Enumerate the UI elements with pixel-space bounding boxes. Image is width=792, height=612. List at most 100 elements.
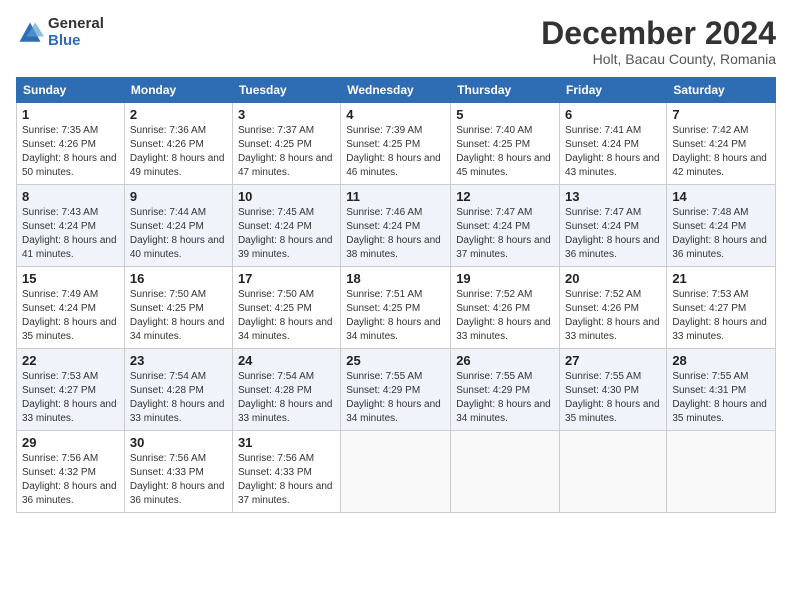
col-tuesday: Tuesday [232,78,340,103]
logo-text: General Blue [48,16,104,49]
day-info: Sunrise: 7:55 AMSunset: 4:29 PMDaylight:… [346,370,445,426]
day-info: Sunrise: 7:40 AMSunset: 4:25 PMDaylight:… [456,124,554,180]
day-info: Sunrise: 7:54 AMSunset: 4:28 PMDaylight:… [130,370,227,426]
table-row: 4 Sunrise: 7:39 AMSunset: 4:25 PMDayligh… [341,103,451,185]
day-number: 25 [346,353,445,368]
table-row: 31 Sunrise: 7:56 AMSunset: 4:33 PMDaylig… [232,431,340,513]
table-row [451,431,560,513]
table-row: 14 Sunrise: 7:48 AMSunset: 4:24 PMDaylig… [667,185,776,267]
table-row: 2 Sunrise: 7:36 AMSunset: 4:26 PMDayligh… [124,103,232,185]
day-number: 13 [565,189,661,204]
day-info: Sunrise: 7:56 AMSunset: 4:32 PMDaylight:… [22,452,119,508]
day-info: Sunrise: 7:53 AMSunset: 4:27 PMDaylight:… [22,370,119,426]
day-info: Sunrise: 7:52 AMSunset: 4:26 PMDaylight:… [565,288,661,344]
table-row: 19 Sunrise: 7:52 AMSunset: 4:26 PMDaylig… [451,267,560,349]
day-number: 3 [238,107,335,122]
table-row: 26 Sunrise: 7:55 AMSunset: 4:29 PMDaylig… [451,349,560,431]
calendar-row: 29 Sunrise: 7:56 AMSunset: 4:32 PMDaylig… [17,431,776,513]
day-number: 10 [238,189,335,204]
day-number: 9 [130,189,227,204]
table-row: 16 Sunrise: 7:50 AMSunset: 4:25 PMDaylig… [124,267,232,349]
calendar-table: Sunday Monday Tuesday Wednesday Thursday… [16,77,776,513]
day-info: Sunrise: 7:37 AMSunset: 4:25 PMDaylight:… [238,124,335,180]
day-info: Sunrise: 7:56 AMSunset: 4:33 PMDaylight:… [130,452,227,508]
day-number: 17 [238,271,335,286]
calendar-page: General Blue December 2024 Holt, Bacau C… [0,0,792,612]
logo-icon [16,19,44,47]
logo: General Blue [16,16,104,49]
day-info: Sunrise: 7:55 AMSunset: 4:30 PMDaylight:… [565,370,661,426]
header-row: Sunday Monday Tuesday Wednesday Thursday… [17,78,776,103]
day-info: Sunrise: 7:51 AMSunset: 4:25 PMDaylight:… [346,288,445,344]
day-info: Sunrise: 7:52 AMSunset: 4:26 PMDaylight:… [456,288,554,344]
day-number: 11 [346,189,445,204]
day-number: 22 [22,353,119,368]
logo-general: General [48,16,104,33]
day-number: 18 [346,271,445,286]
table-row: 10 Sunrise: 7:45 AMSunset: 4:24 PMDaylig… [232,185,340,267]
day-info: Sunrise: 7:42 AMSunset: 4:24 PMDaylight:… [672,124,770,180]
calendar-row: 22 Sunrise: 7:53 AMSunset: 4:27 PMDaylig… [17,349,776,431]
table-row: 29 Sunrise: 7:56 AMSunset: 4:32 PMDaylig… [17,431,125,513]
calendar-row: 8 Sunrise: 7:43 AMSunset: 4:24 PMDayligh… [17,185,776,267]
table-row: 3 Sunrise: 7:37 AMSunset: 4:25 PMDayligh… [232,103,340,185]
day-number: 7 [672,107,770,122]
table-row: 11 Sunrise: 7:46 AMSunset: 4:24 PMDaylig… [341,185,451,267]
calendar-row: 1 Sunrise: 7:35 AMSunset: 4:26 PMDayligh… [17,103,776,185]
day-number: 4 [346,107,445,122]
table-row: 1 Sunrise: 7:35 AMSunset: 4:26 PMDayligh… [17,103,125,185]
day-info: Sunrise: 7:47 AMSunset: 4:24 PMDaylight:… [565,206,661,262]
day-info: Sunrise: 7:56 AMSunset: 4:33 PMDaylight:… [238,452,335,508]
day-info: Sunrise: 7:55 AMSunset: 4:29 PMDaylight:… [456,370,554,426]
table-row: 6 Sunrise: 7:41 AMSunset: 4:24 PMDayligh… [560,103,667,185]
table-row: 20 Sunrise: 7:52 AMSunset: 4:26 PMDaylig… [560,267,667,349]
month-title: December 2024 [541,16,776,51]
day-info: Sunrise: 7:47 AMSunset: 4:24 PMDaylight:… [456,206,554,262]
col-friday: Friday [560,78,667,103]
table-row [560,431,667,513]
table-row: 15 Sunrise: 7:49 AMSunset: 4:24 PMDaylig… [17,267,125,349]
header: General Blue December 2024 Holt, Bacau C… [16,16,776,67]
table-row: 30 Sunrise: 7:56 AMSunset: 4:33 PMDaylig… [124,431,232,513]
table-row: 9 Sunrise: 7:44 AMSunset: 4:24 PMDayligh… [124,185,232,267]
table-row: 7 Sunrise: 7:42 AMSunset: 4:24 PMDayligh… [667,103,776,185]
day-info: Sunrise: 7:55 AMSunset: 4:31 PMDaylight:… [672,370,770,426]
day-number: 27 [565,353,661,368]
col-sunday: Sunday [17,78,125,103]
col-thursday: Thursday [451,78,560,103]
table-row [341,431,451,513]
table-row: 22 Sunrise: 7:53 AMSunset: 4:27 PMDaylig… [17,349,125,431]
day-info: Sunrise: 7:50 AMSunset: 4:25 PMDaylight:… [238,288,335,344]
day-number: 26 [456,353,554,368]
location: Holt, Bacau County, Romania [541,51,776,67]
table-row: 24 Sunrise: 7:54 AMSunset: 4:28 PMDaylig… [232,349,340,431]
table-row: 23 Sunrise: 7:54 AMSunset: 4:28 PMDaylig… [124,349,232,431]
day-info: Sunrise: 7:41 AMSunset: 4:24 PMDaylight:… [565,124,661,180]
table-row: 5 Sunrise: 7:40 AMSunset: 4:25 PMDayligh… [451,103,560,185]
day-info: Sunrise: 7:44 AMSunset: 4:24 PMDaylight:… [130,206,227,262]
day-number: 19 [456,271,554,286]
table-row: 13 Sunrise: 7:47 AMSunset: 4:24 PMDaylig… [560,185,667,267]
day-number: 29 [22,435,119,450]
day-number: 8 [22,189,119,204]
day-number: 31 [238,435,335,450]
table-row: 27 Sunrise: 7:55 AMSunset: 4:30 PMDaylig… [560,349,667,431]
table-row [667,431,776,513]
table-row: 8 Sunrise: 7:43 AMSunset: 4:24 PMDayligh… [17,185,125,267]
day-number: 6 [565,107,661,122]
day-info: Sunrise: 7:39 AMSunset: 4:25 PMDaylight:… [346,124,445,180]
day-number: 20 [565,271,661,286]
day-number: 23 [130,353,227,368]
day-number: 15 [22,271,119,286]
day-info: Sunrise: 7:35 AMSunset: 4:26 PMDaylight:… [22,124,119,180]
col-wednesday: Wednesday [341,78,451,103]
day-info: Sunrise: 7:53 AMSunset: 4:27 PMDaylight:… [672,288,770,344]
day-info: Sunrise: 7:54 AMSunset: 4:28 PMDaylight:… [238,370,335,426]
table-row: 17 Sunrise: 7:50 AMSunset: 4:25 PMDaylig… [232,267,340,349]
table-row: 25 Sunrise: 7:55 AMSunset: 4:29 PMDaylig… [341,349,451,431]
day-number: 2 [130,107,227,122]
day-number: 30 [130,435,227,450]
day-number: 14 [672,189,770,204]
day-number: 28 [672,353,770,368]
logo-blue: Blue [48,33,104,50]
